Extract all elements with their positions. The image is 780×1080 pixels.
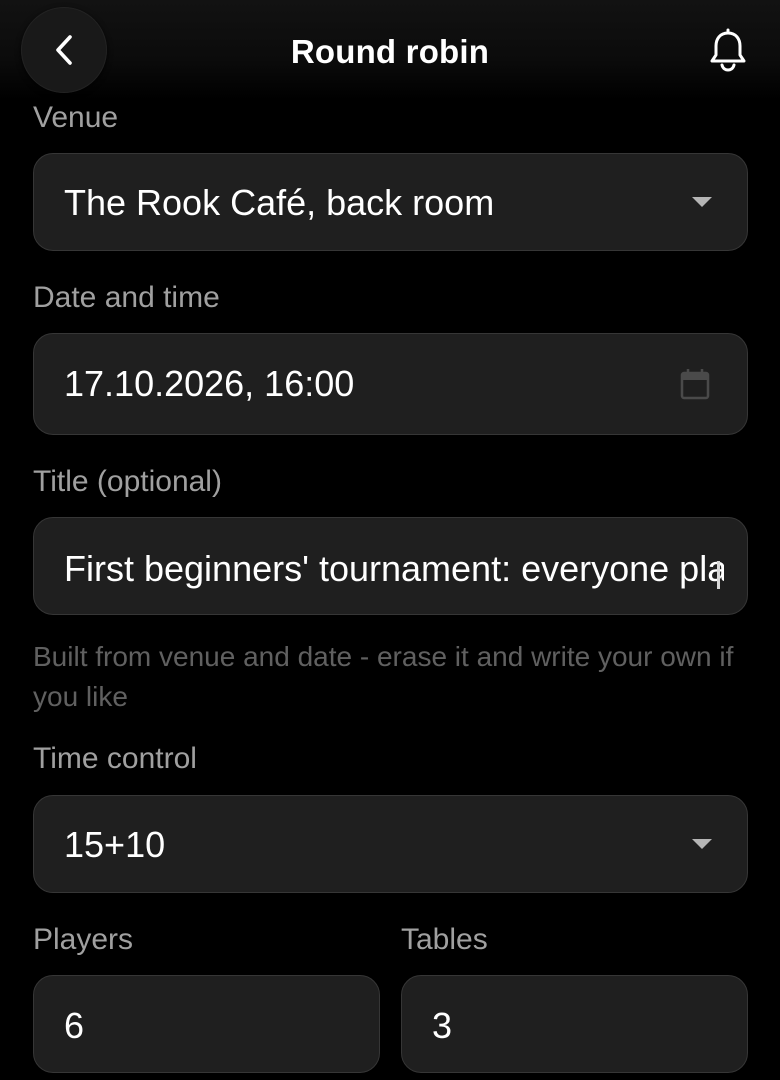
title-label: Title (optional) — [33, 465, 222, 498]
time-control-label: Time control — [33, 742, 197, 775]
venue-select[interactable]: The Rook Café, back room — [33, 153, 748, 251]
time-control-value: 15+10 — [64, 824, 166, 865]
back-button[interactable] — [21, 7, 107, 93]
players-input[interactable]: 6 — [33, 975, 380, 1073]
title-input-viewport: First beginners' tournament: everyone pl… — [64, 547, 724, 593]
venue-value: The Rook Café, back room — [64, 182, 495, 223]
time-control-select[interactable]: 15+10 — [33, 795, 748, 893]
players-label: Players — [33, 923, 134, 956]
caret-down-icon — [692, 197, 712, 207]
title-helper-text: Built from venue and date - erase it and… — [33, 641, 734, 712]
title-input[interactable]: First beginners' tournament: everyone pl… — [33, 517, 748, 615]
bell-icon — [710, 28, 746, 72]
notifications-button[interactable] — [706, 28, 750, 72]
text-cursor — [717, 561, 720, 589]
datetime-field[interactable]: 17.10.2026, 16:00 — [33, 333, 748, 435]
tables-label: Tables — [401, 923, 488, 956]
players-value: 6 — [64, 1005, 85, 1046]
datetime-label: Date and time — [33, 281, 220, 314]
datetime-value: 17.10.2026, 16:00 — [64, 363, 355, 404]
caret-down-icon — [692, 839, 712, 849]
top-bar: Round robin — [0, 0, 780, 100]
tables-input[interactable]: 3 — [401, 975, 748, 1073]
venue-label: Venue — [33, 101, 119, 134]
tables-value: 3 — [432, 1005, 453, 1046]
calendar-icon[interactable] — [680, 368, 710, 400]
chevron-left-icon — [56, 35, 72, 65]
page-title: Round robin — [290, 33, 490, 70]
title-value: First beginners' tournament: everyone pl… — [64, 548, 724, 589]
